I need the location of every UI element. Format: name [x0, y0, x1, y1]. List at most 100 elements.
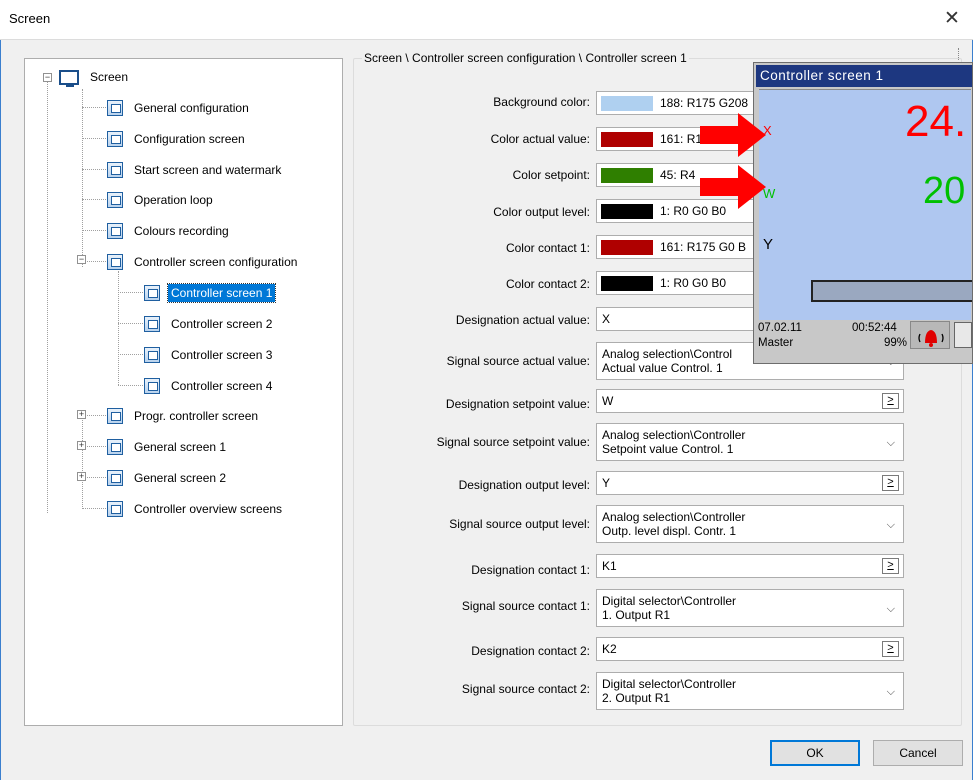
designation-output-input[interactable]: Y >: [596, 471, 904, 495]
tree-collapse-screen[interactable]: −: [43, 73, 52, 82]
tree-item-configuration-screen[interactable]: Configuration screen: [107, 128, 248, 150]
color-swatch: [601, 167, 653, 183]
designation-contact1-input[interactable]: K1 >: [596, 554, 904, 578]
tree-item-label: Controller overview screens: [134, 502, 283, 516]
browse-button[interactable]: >: [882, 558, 899, 574]
dropdown-line2: 2. Output R1: [602, 691, 671, 705]
designation-actual-label: Designation actual value:: [455, 313, 590, 327]
chevron-down-icon: ⌵: [886, 437, 895, 449]
tree-item-controller-screen-3[interactable]: Controller screen 3: [144, 344, 275, 366]
tree-expand-progr-controller[interactable]: +: [77, 410, 86, 419]
output-level-bar: [811, 280, 972, 302]
color-actual-label: Color actual value:: [490, 132, 590, 146]
preview-title: Controller screen 1: [756, 65, 972, 87]
color-swatch: [601, 131, 653, 147]
config-grid-icon: [107, 131, 123, 147]
tree-expand-general-screen-1[interactable]: +: [77, 441, 86, 450]
tree-item-controller-overview-screens[interactable]: Controller overview screens: [107, 498, 285, 520]
color-setpoint-label: Color setpoint:: [512, 168, 590, 182]
preview-user: Master: [758, 337, 794, 349]
browse-button[interactable]: >: [882, 641, 899, 657]
tree-item-label: General configuration: [134, 101, 249, 115]
trend-icon: [107, 439, 123, 455]
tree-item-screen[interactable]: Screen: [59, 66, 131, 88]
tree-item-progr-controller-screen[interactable]: Progr. controller screen: [107, 405, 261, 427]
tree-item-controller-screen-1[interactable]: Controller screen 1: [144, 282, 277, 304]
image-icon: [107, 162, 123, 178]
dropdown-line1: Analog selection\Controller: [602, 428, 746, 442]
arrow-to-x-icon: [700, 113, 766, 157]
preview-date: 07.02.11: [758, 322, 802, 334]
alarm-button: [910, 321, 950, 349]
color-swatch: [601, 95, 653, 111]
color-swatch: [601, 275, 653, 291]
arrow-to-w-icon: [700, 165, 766, 209]
designation-setpoint-input[interactable]: W >: [596, 389, 904, 413]
designation-contact2-label: Designation contact 2:: [471, 644, 590, 658]
designation-contact1-label: Designation contact 1:: [471, 563, 590, 577]
alarm-bell-icon: [918, 330, 944, 347]
cancel-button[interactable]: Cancel: [873, 740, 963, 766]
tree-expand-general-screen-2[interactable]: +: [77, 472, 86, 481]
tree-item-controller-screen-4[interactable]: Controller screen 4: [144, 375, 275, 397]
tree-item-label: General screen 2: [134, 471, 227, 485]
dropdown-line1: Digital selector\Controller: [602, 677, 737, 691]
tree-item-label: Colours recording: [134, 224, 229, 238]
tree-item-controller-screen-configuration[interactable]: Controller screen configuration: [107, 251, 300, 273]
controller-screen-icon: [144, 378, 160, 394]
designation-contact2-input[interactable]: K2 >: [596, 637, 904, 661]
color-value: 188: R175 G208: [660, 96, 749, 110]
preview-status-bar: 07.02.11 00:52:44 Master 99%: [756, 320, 972, 363]
color-swatch: [601, 239, 653, 255]
color-contact2-field[interactable]: 1: R0 G0 B0: [596, 271, 756, 295]
monitor-icon: [59, 69, 79, 87]
close-icon[interactable]: ✕: [939, 6, 965, 32]
window-title: Screen: [9, 11, 51, 26]
color-contact2-label: Color contact 2:: [505, 277, 590, 291]
chevron-down-icon: ⌵: [886, 519, 895, 531]
tree-item-label: Configuration screen: [134, 132, 245, 146]
dropdown-line1: Analog selection\Controller: [602, 510, 746, 524]
controller-screen-icon: [144, 285, 160, 301]
tree-item-general-configuration[interactable]: General configuration: [107, 97, 252, 119]
tree-item-label: Controller screen 4: [171, 379, 273, 393]
tree-item-general-screen-2[interactable]: General screen 2: [107, 467, 229, 489]
tree-item-general-screen-1[interactable]: General screen 1: [107, 436, 229, 458]
palette-icon: [107, 223, 123, 239]
source-contact1-label: Signal source contact 1:: [461, 599, 590, 613]
controller-screen-icon: [144, 347, 160, 363]
navigation-tree: − − + + + Screen General configuration C…: [24, 58, 343, 726]
preview-time: 00:52:44: [852, 322, 897, 334]
ok-button[interactable]: OK: [770, 740, 860, 766]
input-value: W: [602, 394, 614, 408]
source-output-label: Signal source output level:: [449, 517, 590, 531]
color-contact1-label: Color contact 1:: [505, 241, 590, 255]
tree-item-colours-recording[interactable]: Colours recording: [107, 220, 232, 242]
source-actual-label: Signal source actual value:: [446, 354, 590, 368]
menu-list-icon: [954, 322, 972, 348]
tree-item-label: Operation loop: [134, 193, 213, 207]
color-value: 45: R4: [660, 168, 696, 182]
color-contact1-field[interactable]: 161: R175 G0 B: [596, 235, 756, 259]
preview-memory: 99%: [884, 337, 908, 349]
browse-button[interactable]: >: [882, 475, 899, 491]
tree-item-label: Controller screen 2: [171, 317, 273, 331]
tree-item-label: Controller screen 3: [171, 348, 273, 362]
controller-screen-icon: [144, 316, 160, 332]
tree-item-label: Controller screen 1: [166, 283, 277, 303]
tree-collapse-controller-config[interactable]: −: [77, 255, 86, 264]
overview-icon: [107, 501, 123, 517]
tree-item-start-screen[interactable]: Start screen and watermark: [107, 159, 284, 181]
source-output-dropdown[interactable]: Analog selection\Controller Outp. level …: [596, 505, 904, 543]
breadcrumb: Screen \ Controller screen configuration…: [362, 51, 689, 65]
chevron-down-icon: ⌵: [886, 686, 895, 698]
source-contact1-dropdown[interactable]: Digital selector\Controller 1. Output R1…: [596, 589, 904, 627]
tree-item-operation-loop[interactable]: Operation loop: [107, 189, 216, 211]
controller-icon: [107, 254, 123, 270]
tree-item-controller-screen-2[interactable]: Controller screen 2: [144, 313, 275, 335]
source-setpoint-dropdown[interactable]: Analog selection\Controller Setpoint val…: [596, 423, 904, 461]
source-contact2-dropdown[interactable]: Digital selector\Controller 2. Output R1…: [596, 672, 904, 710]
dropdown-line2: Setpoint value Control. 1: [602, 442, 734, 456]
browse-button[interactable]: >: [882, 393, 899, 409]
tree-item-label: Start screen and watermark: [134, 163, 282, 177]
